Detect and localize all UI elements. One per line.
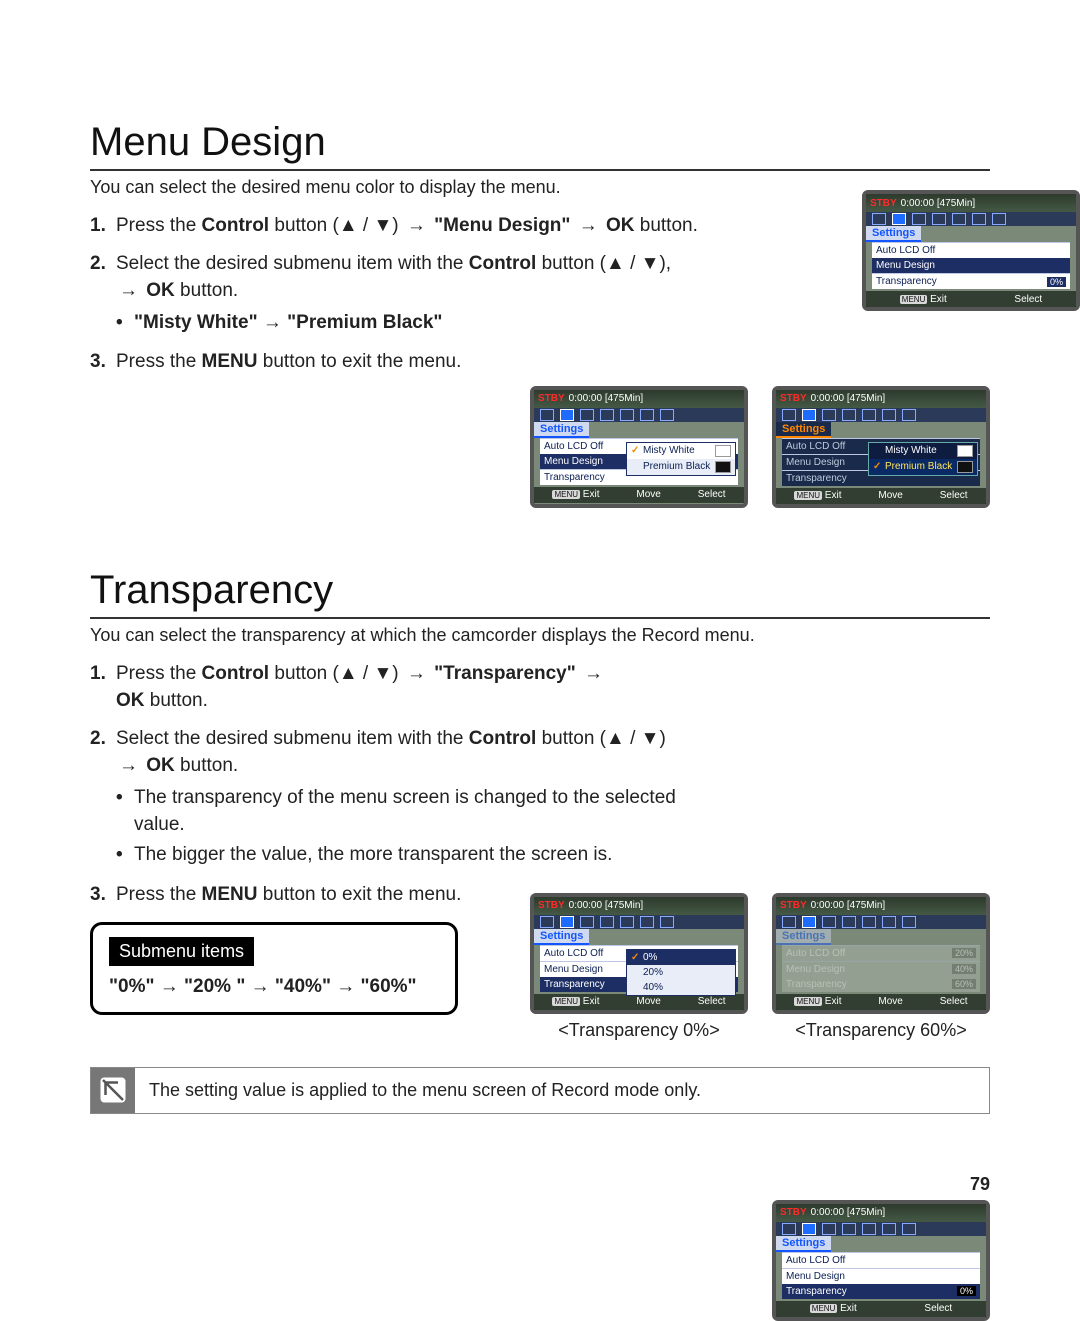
popup-premium: Misty White ✓Premium Black (868, 442, 978, 476)
lcd-transparency-0: STBY0:00:00 [475Min] Settings Auto LCD O… (530, 893, 748, 1014)
triangle-up-icon: ▲ (339, 215, 358, 236)
section-title-menu-design: Menu Design (90, 120, 990, 171)
section-title-transparency: Transparency (90, 568, 990, 619)
note-icon (91, 1068, 135, 1113)
popup-misty: ✓Misty White Premium Black (626, 442, 736, 476)
page-number: 79 (970, 1174, 990, 1195)
note-box: The setting value is applied to the menu… (90, 1067, 990, 1114)
step-3: 3. Press the MENU button to exit the men… (90, 348, 710, 376)
lcd-misty-white: STBY0:00:00 [475Min] Settings Auto LCD O… (530, 386, 748, 508)
intro-transparency: You can select the transparency at which… (90, 625, 990, 646)
step-2: 2. Select the desired submenu item with … (90, 725, 710, 871)
check-icon: ✓ (631, 445, 639, 456)
submenu-items-box: Submenu items "0%" → "20% " → "40%" → "6… (90, 922, 458, 1015)
transparency-steps: 1. Press the Control button (▲ / ▼) → "T… (90, 660, 710, 871)
caption-transparency-60: <Transparency 60%> (772, 1020, 990, 1041)
lcd-premium-black: STBY0:00:00 [475Min] Settings Auto LCD O… (772, 386, 990, 508)
step-1: 1. Press the Control button (▲ / ▼) → "M… (90, 212, 710, 240)
lcd-transparency-60: STBY0:00:00 [475Min] Settings Auto LCD O… (772, 893, 990, 1014)
step-3: 3. Press the MENU button to exit the men… (90, 881, 461, 909)
check-icon: ✓ (631, 952, 639, 963)
popup-transparency-0: ✓0% 20% 40% (626, 949, 736, 996)
check-icon: ✓ (873, 461, 881, 472)
submenu-header: Submenu items (109, 937, 254, 966)
menu-design-steps: 1. Press the Control button (▲ / ▼) → "M… (90, 212, 710, 376)
lcd-menu-design-main: STBY0:00:00 [475Min] Settings Auto LCD O… (862, 190, 1080, 311)
triangle-down-icon: ▼ (373, 215, 392, 236)
step-1: 1. Press the Control button (▲ / ▼) → "T… (90, 660, 710, 715)
submenu-items-list: "0%" → "20% " → "40%" → "60%" (109, 976, 439, 998)
lcd-transparency-main: STBY0:00:00 [475Min] Settings Auto LCD O… (772, 1200, 990, 1321)
step-2: 2. Select the desired submenu item with … (90, 250, 710, 339)
note-text: The setting value is applied to the menu… (135, 1068, 989, 1113)
intro-menu-design: You can select the desired menu color to… (90, 177, 990, 198)
caption-transparency-0: <Transparency 0%> (530, 1020, 748, 1041)
menu-design-options: "Misty White" → "Premium Black" (134, 309, 442, 337)
